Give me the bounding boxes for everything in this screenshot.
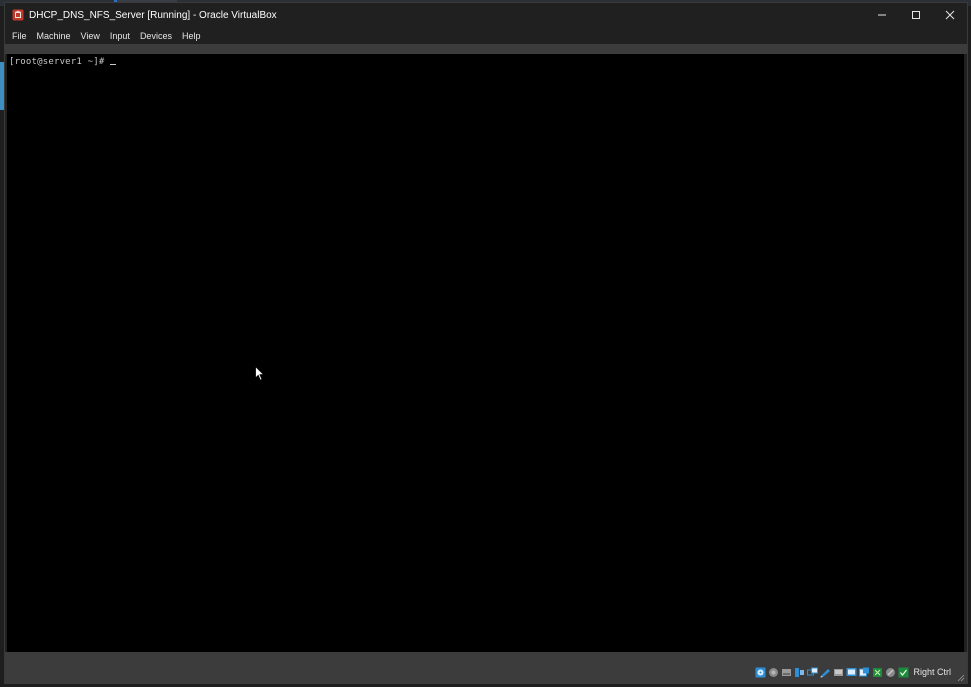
toolbar-separator — [5, 44, 967, 54]
network-icon[interactable] — [807, 667, 819, 678]
menu-file[interactable]: File — [8, 31, 31, 41]
menu-input[interactable]: Input — [106, 31, 134, 41]
guest-additions-icon[interactable] — [859, 667, 870, 678]
status-icons: Right Ctrl — [753, 665, 951, 679]
shell-prompt: [root@server1 ~]# — [9, 57, 111, 67]
display-icon[interactable] — [833, 667, 844, 678]
close-icon — [945, 10, 955, 20]
keyboard-icon[interactable] — [898, 667, 909, 678]
maximize-icon — [912, 11, 920, 19]
usb-icon[interactable] — [794, 667, 805, 678]
audio-icon[interactable] — [768, 667, 779, 678]
mouse-integration-icon[interactable] — [872, 667, 883, 678]
virtualbox-window: DHCP_DNS_NFS_Server [Running] - Oracle V… — [4, 2, 968, 684]
video-capture-icon[interactable] — [846, 667, 857, 678]
menu-view[interactable]: View — [77, 31, 104, 41]
close-button[interactable] — [933, 3, 967, 27]
menu-machine[interactable]: Machine — [33, 31, 75, 41]
optical-drive-icon[interactable] — [755, 667, 766, 678]
menu-devices[interactable]: Devices — [136, 31, 176, 41]
hard-disk-icon[interactable] — [781, 667, 792, 678]
window-title: DHCP_DNS_NFS_Server [Running] - Oracle V… — [29, 9, 277, 21]
menu-help[interactable]: Help — [178, 31, 205, 41]
shared-folders-icon[interactable] — [820, 667, 831, 678]
status-bar: Right Ctrl — [5, 652, 967, 684]
host-key-label[interactable]: Right Ctrl — [913, 667, 951, 677]
cpu-icon[interactable] — [885, 667, 896, 678]
console-line: [root@server1 ~]# — [9, 57, 117, 67]
virtualbox-app-icon — [12, 9, 24, 21]
minimize-icon — [878, 14, 886, 16]
menu-bar: File Machine View Input Devices Help — [5, 27, 967, 44]
mouse-pointer-icon — [255, 366, 265, 381]
title-bar[interactable]: DHCP_DNS_NFS_Server [Running] - Oracle V… — [5, 3, 967, 27]
window-controls — [865, 3, 967, 27]
maximize-button[interactable] — [899, 3, 933, 27]
minimize-button[interactable] — [865, 3, 899, 27]
vm-console-display[interactable]: [root@server1 ~]# — [7, 54, 964, 652]
resize-grip-icon[interactable] — [957, 674, 965, 682]
text-cursor — [110, 64, 117, 65]
